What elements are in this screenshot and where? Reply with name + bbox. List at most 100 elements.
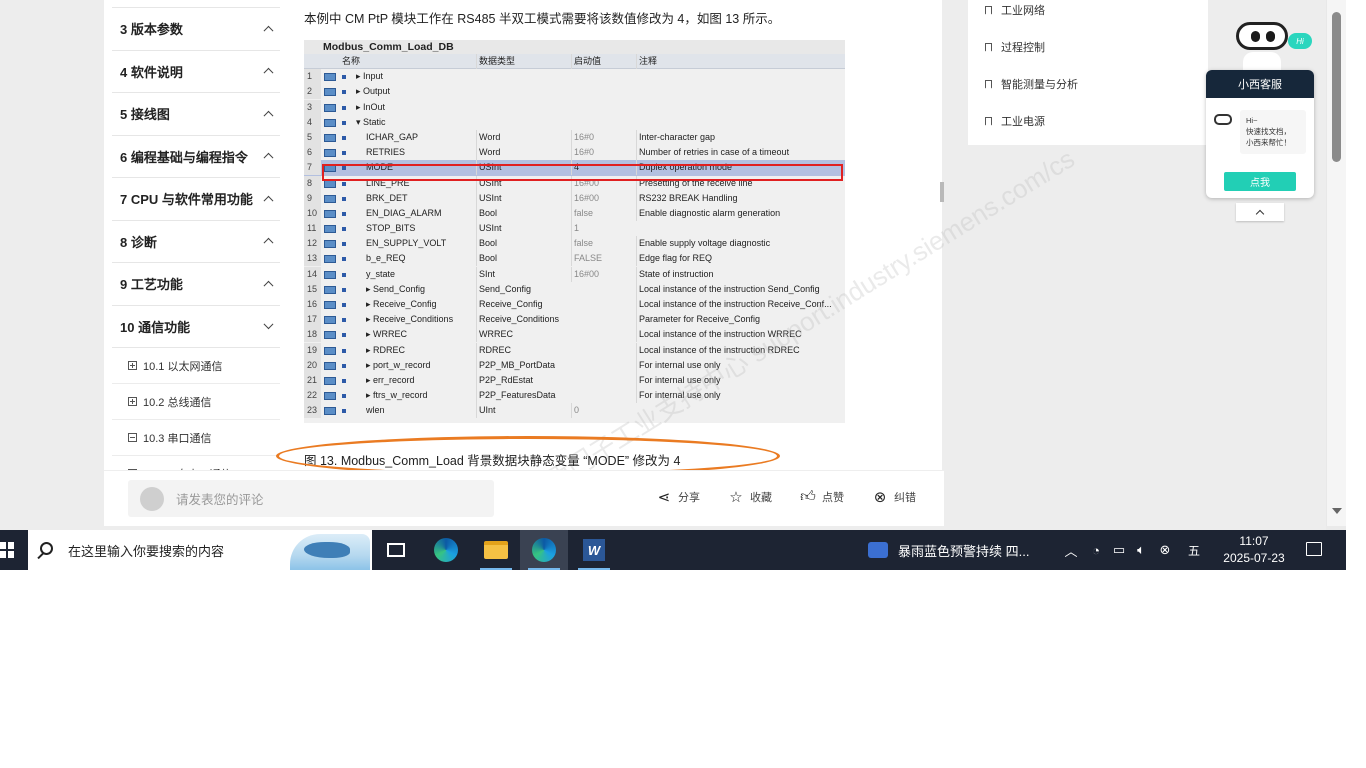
db-row-type: UInt bbox=[476, 403, 570, 419]
sidebar-section[interactable]: 8 诊断 bbox=[112, 221, 280, 263]
db-row-type-icon bbox=[324, 240, 336, 249]
word-icon: W bbox=[583, 539, 605, 561]
chevron-up-icon bbox=[263, 68, 274, 78]
db-row: 14 y_state SInt 16#00 State of instruction bbox=[304, 266, 845, 282]
db-row-type-icon bbox=[324, 346, 336, 355]
db-row: 2 ▸ Output bbox=[304, 84, 845, 100]
db-row-type: Bool bbox=[476, 236, 570, 252]
sidebar-section[interactable]: 6 编程基础与编程指令 bbox=[112, 136, 280, 178]
db-row-number: 18 bbox=[304, 327, 321, 343]
sidebar-section[interactable]: 3 版本参数 bbox=[112, 8, 280, 51]
edge-icon bbox=[532, 538, 556, 562]
task-view-button[interactable] bbox=[372, 530, 420, 570]
db-row-type: P2P_FeaturesData bbox=[476, 388, 570, 404]
related-link[interactable]: 过程控制 bbox=[985, 39, 1045, 55]
mode-highlight-box bbox=[322, 164, 843, 181]
header-start: 启动值 bbox=[571, 54, 635, 69]
article-paragraph: 本例中 CM PtP 模块工作在 RS485 半双工模式需要将该数值修改为 4，… bbox=[304, 12, 781, 26]
network-icon[interactable]: ◔ bbox=[1086, 530, 1106, 570]
favorite-button[interactable]: ☆ 收藏 bbox=[728, 489, 772, 506]
sidebar-section[interactable]: 4 软件说明 bbox=[112, 51, 280, 93]
db-row-type-icon bbox=[324, 361, 336, 370]
db-row-type-icon bbox=[324, 331, 336, 340]
sidebar-subitem[interactable]: 10.3 串口通信 bbox=[112, 420, 280, 456]
db-row-type: Word bbox=[476, 129, 570, 145]
db-row-marker-icon bbox=[342, 318, 346, 323]
related-link[interactable]: 工业网络 bbox=[985, 2, 1045, 18]
sidebar-subitem[interactable]: 10.2 总线通信 bbox=[112, 384, 280, 420]
sidebar-toc: 3 版本参数 4 软件说明 5 接线图 6 编程基础与编程指令 7 CPU 与软件常用功… bbox=[112, 0, 280, 470]
sidebar-subitem-label: 10.1 以太网通信 bbox=[143, 360, 223, 373]
db-row-name: EN_DIAG_ALARM bbox=[366, 207, 442, 218]
cs-collapse-button[interactable] bbox=[1236, 203, 1284, 221]
related-link[interactable]: 智能测量与分析 bbox=[985, 76, 1078, 92]
word-app-button[interactable]: W bbox=[570, 530, 618, 570]
screen: 3 版本参数 4 软件说明 5 接线图 6 编程基础与编程指令 7 CPU 与软件常用功… bbox=[0, 0, 1366, 768]
sidebar-section-label: 5 接线图 bbox=[120, 107, 170, 123]
page-scrollbar[interactable] bbox=[1326, 0, 1346, 526]
expand-plus-icon bbox=[128, 397, 137, 406]
db-row-marker-icon bbox=[342, 242, 346, 247]
db-row-number: 8 bbox=[304, 175, 321, 191]
sidebar-section[interactable]: 7 CPU 与软件常用功能 bbox=[112, 178, 280, 221]
scrollbar-thumb[interactable] bbox=[1332, 12, 1341, 162]
sidebar-section[interactable]: 5 接线图 bbox=[112, 93, 280, 136]
chevron-up-icon bbox=[263, 153, 274, 163]
explorer-app-button[interactable] bbox=[472, 530, 520, 570]
related-link-label: 智能测量与分析 bbox=[1001, 79, 1078, 91]
db-row-name: ICHAR_GAP bbox=[366, 131, 419, 142]
chevron-up-icon[interactable]: ︿ bbox=[1062, 530, 1080, 570]
db-row-type: Receive_Config bbox=[476, 297, 570, 312]
content-scroll-handle[interactable] bbox=[940, 182, 944, 202]
chevron-up-icon bbox=[263, 280, 274, 291]
windows-start-icon[interactable] bbox=[0, 542, 14, 558]
db-row-name: y_state bbox=[366, 268, 396, 279]
weather-news-button[interactable]: 暴雨蓝色预警持续 四... bbox=[868, 530, 1029, 570]
db-row-name: ▸ Send_Config bbox=[366, 283, 426, 294]
close-circle-icon[interactable]: ⊗ bbox=[1156, 530, 1174, 570]
report-button[interactable]: ⊗ 纠错 bbox=[872, 489, 916, 506]
like-button[interactable]: 👍︎ 点赞 bbox=[800, 488, 844, 505]
db-row-type: RDREC bbox=[476, 342, 570, 358]
db-row-type-icon bbox=[324, 103, 336, 112]
battery-icon[interactable]: ▭ bbox=[1110, 530, 1128, 570]
sidebar-subitem[interactable]: 10.1 以太网通信 bbox=[112, 348, 280, 384]
cs-click-button[interactable]: 点我 bbox=[1224, 172, 1296, 191]
ime-indicator[interactable]: 五 bbox=[1184, 530, 1204, 570]
db-row: 11 STOP_BITS USInt 1 bbox=[304, 221, 845, 237]
db-row-type: USInt bbox=[476, 190, 570, 206]
volume-icon[interactable]: 🔈︎ bbox=[1132, 530, 1150, 570]
db-row-number: 7 bbox=[304, 160, 321, 176]
db-row-marker-icon bbox=[342, 378, 346, 383]
edge-app-button[interactable] bbox=[422, 530, 470, 570]
sidebar-section-label: 9 工艺功能 bbox=[120, 277, 183, 293]
robot-icon[interactable] bbox=[1236, 22, 1288, 50]
sidebar-subitem[interactable]: 10.3.1 自由口通信 bbox=[112, 456, 280, 470]
db-row-name: ▸ ftrs_w_record bbox=[366, 390, 428, 401]
share-button[interactable]: ⋖ 分享 bbox=[656, 489, 700, 506]
db-row-comment: Inter-character gap bbox=[636, 129, 845, 145]
notification-icon[interactable] bbox=[1306, 542, 1322, 556]
db-row-marker-icon bbox=[342, 90, 346, 95]
related-link[interactable]: 工业电源 bbox=[985, 113, 1045, 129]
scroll-down-arrow-icon[interactable] bbox=[1332, 508, 1342, 514]
sidebar-section[interactable]: 9 工艺功能 bbox=[112, 263, 280, 306]
db-row-number: 20 bbox=[304, 357, 321, 373]
chevron-up-icon bbox=[263, 25, 274, 36]
db-row-name: ▸ Input bbox=[356, 71, 384, 82]
edge-active-app-button[interactable] bbox=[520, 530, 568, 570]
sidebar-section-label: 7 CPU 与软件常用功能 bbox=[120, 192, 253, 208]
folder-icon bbox=[484, 541, 508, 559]
db-row-number: 3 bbox=[304, 99, 321, 115]
db-row-comment: State of instruction bbox=[636, 266, 845, 282]
db-row-comment: RS232 BREAK Handling bbox=[636, 190, 845, 206]
db-row-name: RETRIES bbox=[366, 147, 406, 158]
clock[interactable]: 11:07 2025-07-23 bbox=[1214, 533, 1294, 567]
comment-input[interactable]: 请发表您的评论 bbox=[128, 480, 494, 517]
db-row-number: 16 bbox=[304, 297, 321, 312]
db-row-start-value: 16#0 bbox=[571, 145, 635, 161]
db-row-number: 10 bbox=[304, 205, 321, 221]
related-link-label: 过程控制 bbox=[1001, 42, 1045, 54]
sidebar-section[interactable]: 10 通信功能 bbox=[112, 306, 280, 348]
